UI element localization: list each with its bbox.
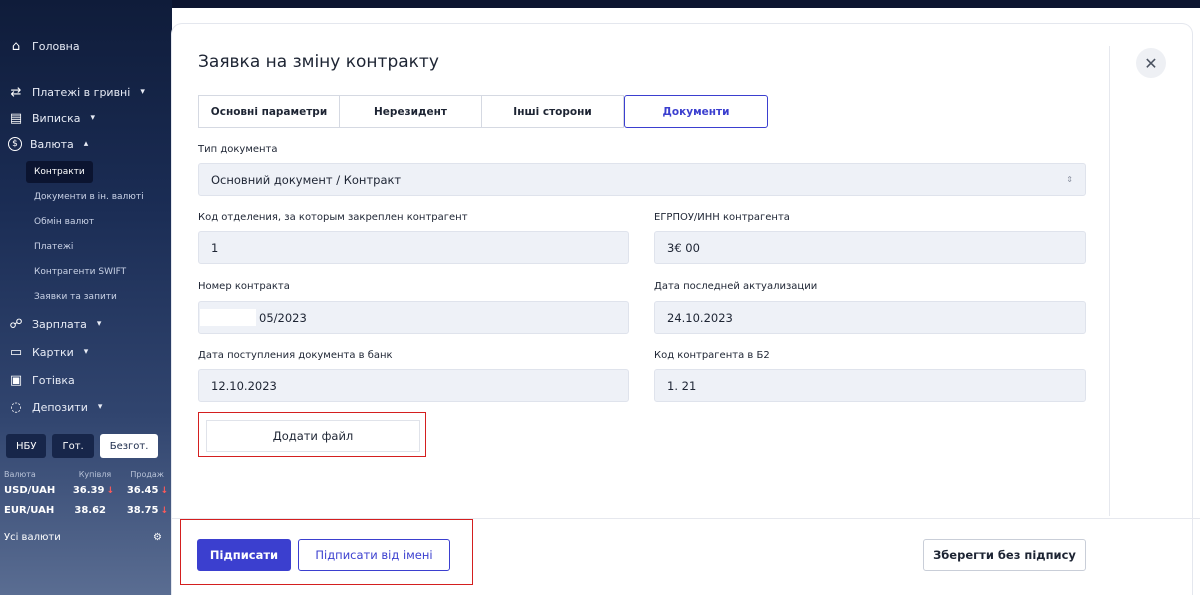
doc-type-label: Тип документа [198,144,278,155]
branch-code-value: 1 [211,240,219,255]
nav-home-label: Головна [32,39,80,53]
nav-salary[interactable]: ☍ Зарплата ▾ [8,316,101,332]
arrow-down-icon: ↓ [160,506,168,516]
rate-tab-cash[interactable]: Гот. [52,434,94,458]
currency-icon: $ [8,137,22,151]
close-icon[interactable]: ✕ [1136,48,1166,78]
rate-tabs: НБУ Гот. Безгот. [6,434,159,458]
nav-salary-label: Зарплата [32,317,87,331]
nav-uah-payments[interactable]: ⇄ Платежі в гривні ▾ [8,84,145,100]
transfer-icon: ⇄ [10,84,22,100]
doc-type-select[interactable]: Основний документ / Контракт ⇕ [198,163,1086,196]
arrow-down-icon: ↓ [160,486,168,496]
chevron-down-icon: ▾ [90,113,95,123]
rate-sell-value: 38.75 ↓ [126,505,168,516]
all-currencies-label: Усі валюти [4,532,61,543]
nav-currency-label: Валюта [30,137,74,151]
rate-tab-noncash[interactable]: Безгот. [99,434,159,458]
nav-statement-label: Виписка [32,111,81,125]
rate-pair: USD/UAH [4,485,56,496]
people-icon: ☍ [9,316,23,332]
modal-scrollbar[interactable] [1109,46,1110,516]
last-update-value: 24.10.2023 [667,310,733,325]
edrpou-value: 3€ 00 [667,240,700,255]
sidebar: ⌂ Головна ⇄ Платежі в гривні ▾ ▤ Виписка… [0,0,172,595]
contract-number-label: Номер контракта [198,281,290,292]
top-bar [0,0,1200,8]
sign-on-behalf-button[interactable]: Підписати від імені [298,539,450,571]
rate-header-sell: Продаж [130,470,164,479]
branch-code-label: Код отделения, за которым закреплен конт… [198,212,468,223]
branch-code-field[interactable]: 1 [198,231,629,264]
card-icon: ▭ [9,344,23,360]
nav-cash-label: Готівка [32,373,75,387]
nav-home[interactable]: ⌂ Головна [8,38,80,54]
contract-number-field[interactable]: 05/2023 [198,301,629,334]
chevron-up-icon: ▴ [83,139,89,149]
tab-documents[interactable]: Документи [624,95,768,128]
rate-pair: EUR/UAH [4,505,55,516]
contract-number-value: 05/2023 [259,310,307,325]
b2-code-value: 1. 21 [667,378,697,393]
save-without-sign-button[interactable]: Зберегти без підпису [923,539,1086,571]
modal-tabs: Основні параметри Нерезидент Інші сторон… [198,95,768,128]
received-date-label: Дата поступления документа в банк [198,350,393,361]
nav-statement[interactable]: ▤ Виписка ▾ [8,110,95,126]
rate-row: USD/UAH 36.39 ↓ 36.45 ↓ [4,485,168,496]
rate-table-header: Валюта Купівля Продаж [4,470,164,479]
chevron-down-icon: ▾ [83,347,89,357]
tab-main-params[interactable]: Основні параметри [198,95,340,128]
received-date-value: 12.10.2023 [211,378,277,393]
sidebar-item-payments[interactable]: Платежі [34,242,73,252]
modal-title: Заявка на зміну контракту [198,52,439,72]
b2-code-label: Код контрагента в Б2 [654,350,770,361]
edrpou-field[interactable]: 3€ 00 [654,231,1086,264]
rate-buy-value: 38.62 [74,505,106,516]
select-arrows-icon: ⇕ [1066,175,1073,184]
sidebar-item-fx-documents[interactable]: Документи в ін. валюті [34,192,144,202]
chevron-down-icon: ▾ [97,402,103,412]
nav-cards-label: Картки [32,345,74,359]
statement-icon: ▤ [9,110,23,126]
gear-icon[interactable]: ⚙ [153,532,162,543]
redaction-mask [200,309,256,326]
nav-cash[interactable]: ▣ Готівка [8,372,75,388]
all-currencies-link[interactable]: Усі валюти ⚙ [4,532,162,543]
nav-currency[interactable]: $ Валюта ▴ [8,137,88,151]
doc-type-value: Основний документ / Контракт [211,172,402,187]
sidebar-item-contracts[interactable]: Контракти [26,161,93,183]
received-date-field[interactable]: 12.10.2023 [198,369,629,402]
rate-tab-nbu[interactable]: НБУ [6,434,47,458]
nav-uah-payments-label: Платежі в гривні [32,85,131,99]
nav-deposits-label: Депозити [32,400,88,414]
arrow-down-icon: ↓ [106,486,114,496]
last-update-field[interactable]: 24.10.2023 [654,301,1086,334]
b2-code-field[interactable]: 1. 21 [654,369,1086,402]
chevron-down-icon: ▾ [96,319,102,329]
chevron-down-icon: ▾ [140,87,145,97]
deposit-icon: ◌ [10,399,22,415]
sidebar-item-requests[interactable]: Заявки та запити [34,292,117,302]
rate-buy-value: 36.39 ↓ [72,485,114,496]
add-file-button[interactable]: Додати файл [206,420,420,452]
sidebar-item-exchange[interactable]: Обмін валют [34,217,94,227]
edrpou-label: ЕГРПОУ/ИНН контрагента [654,212,790,223]
sign-button[interactable]: Підписати [197,539,291,571]
tab-other-parties[interactable]: Інші сторони [482,95,624,128]
home-icon: ⌂ [11,38,21,54]
rate-header-currency: Валюта [4,470,36,479]
cash-icon: ▣ [9,372,23,388]
rate-sell-value: 36.45 ↓ [126,485,168,496]
rate-header-buy: Купівля [78,470,112,479]
nav-deposits[interactable]: ◌ Депозити ▾ [8,399,102,415]
last-update-label: Дата последней актуализации [654,281,818,292]
sidebar-item-swift[interactable]: Контрагенти SWIFT [34,267,126,277]
nav-cards[interactable]: ▭ Картки ▾ [8,344,88,360]
rate-row: EUR/UAH 38.62 38.75 ↓ [4,505,168,516]
tab-nonresident[interactable]: Нерезидент [340,95,482,128]
